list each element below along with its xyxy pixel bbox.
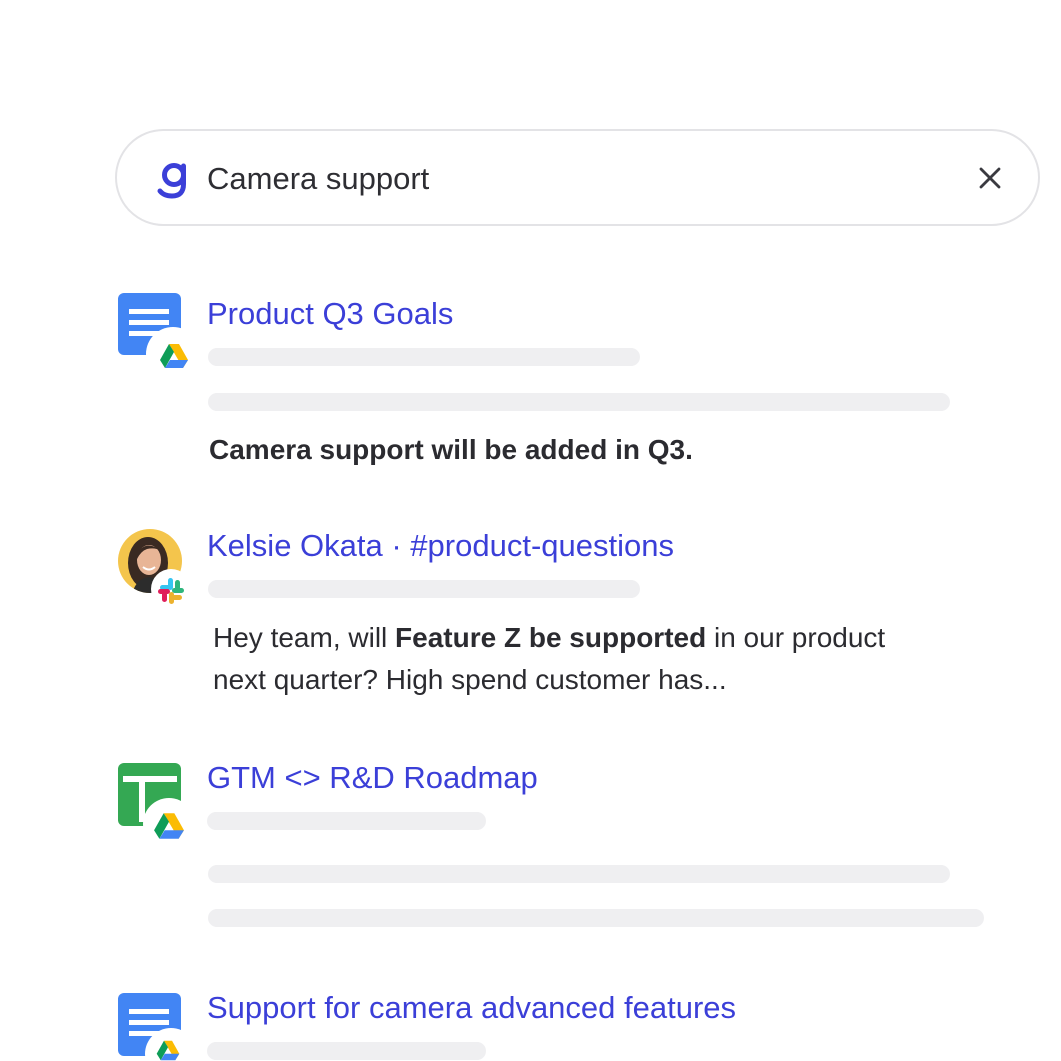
glean-logo-icon bbox=[157, 163, 186, 199]
search-bar[interactable] bbox=[115, 129, 1040, 226]
skeleton-line bbox=[208, 865, 950, 883]
search-input[interactable] bbox=[207, 155, 947, 203]
skeleton-line bbox=[208, 348, 640, 366]
result-snippet: Camera support will be added in Q3. bbox=[209, 429, 693, 471]
result-title[interactable]: Support for camera advanced features bbox=[207, 988, 736, 1028]
slack-icon bbox=[158, 578, 184, 604]
google-drive-icon bbox=[160, 344, 188, 368]
skeleton-line bbox=[208, 393, 950, 411]
snippet-text: in our product bbox=[706, 622, 886, 653]
google-drive-icon bbox=[154, 813, 184, 839]
search-results-page: Product Q3 Goals Camera support will be … bbox=[0, 0, 1061, 1061]
skeleton-line bbox=[207, 812, 486, 830]
snippet-highlight: Feature Z be supported bbox=[395, 622, 707, 653]
skeleton-line bbox=[208, 909, 984, 927]
result-title[interactable]: GTM <> R&D Roadmap bbox=[207, 758, 538, 798]
result-title[interactable]: Kelsie Okata · #product-questions bbox=[207, 526, 674, 566]
google-drive-icon bbox=[156, 1040, 180, 1061]
close-icon[interactable] bbox=[973, 161, 1007, 195]
result-snippet: Hey team, will Feature Z be supported in… bbox=[213, 617, 885, 701]
result-title[interactable]: Product Q3 Goals bbox=[207, 294, 453, 334]
snippet-text: Hey team, will bbox=[213, 622, 396, 653]
skeleton-line bbox=[207, 1042, 486, 1060]
snippet-text: Camera support will be added in Q3. bbox=[209, 434, 693, 465]
skeleton-line bbox=[208, 580, 640, 598]
snippet-text: next quarter? High spend customer has... bbox=[213, 664, 727, 695]
